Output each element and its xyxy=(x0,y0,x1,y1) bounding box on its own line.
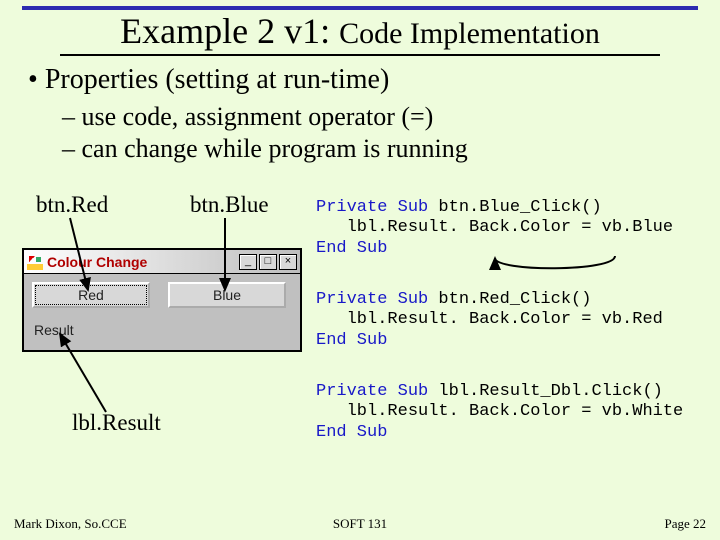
footer-center: SOFT 131 xyxy=(0,516,720,532)
keyword: Private Sub xyxy=(316,198,428,217)
title-underline xyxy=(60,54,660,56)
window-title: Colour Change xyxy=(47,254,239,270)
footer-right: Page 22 xyxy=(664,516,706,532)
bullet-level-2: can change while program is running xyxy=(62,134,468,164)
result-label[interactable]: Result xyxy=(32,318,286,342)
title-sub: Code Implementation xyxy=(339,17,600,50)
button-row: Red Blue xyxy=(32,282,292,308)
app-icon xyxy=(27,254,43,270)
minimize-button[interactable]: _ xyxy=(239,254,257,270)
code-text: lbl.Result_Dbl.Click() xyxy=(428,382,663,401)
window-titlebar: Colour Change _ □ × xyxy=(24,250,300,274)
keyword: Private Sub xyxy=(316,382,428,401)
red-button[interactable]: Red xyxy=(32,282,150,308)
code-block-2: Private Sub btn.Red_Click() lbl.Result. … xyxy=(316,290,663,351)
bullet-level-1: Properties (setting at run-time) xyxy=(28,64,389,96)
callout-btn-blue: btn.Blue xyxy=(190,192,269,218)
keyword: End Sub xyxy=(316,239,387,258)
window-buttons: _ □ × xyxy=(239,254,297,270)
keyword: Private Sub xyxy=(316,290,428,309)
code-text: btn.Blue_Click() xyxy=(428,198,601,217)
close-button[interactable]: × xyxy=(279,254,297,270)
code-text: lbl.Result. Back.Color = vb.Blue xyxy=(316,218,673,237)
maximize-button[interactable]: □ xyxy=(259,254,277,270)
keyword: End Sub xyxy=(316,331,387,350)
title-main: Example 2 v1: xyxy=(120,11,339,51)
callout-btn-red: btn.Red xyxy=(36,192,108,218)
code-text: lbl.Result. Back.Color = vb.Red xyxy=(316,310,663,329)
code-text: lbl.Result. Back.Color = vb.White xyxy=(316,402,683,421)
keyword: End Sub xyxy=(316,423,387,442)
code-text: btn.Red_Click() xyxy=(428,290,591,309)
callout-lbl-result: lbl.Result xyxy=(72,410,161,436)
code-block-3: Private Sub lbl.Result_Dbl.Click() lbl.R… xyxy=(316,382,683,443)
bullet-level-2: use code, assignment operator (=) xyxy=(62,102,433,132)
vb-window: Colour Change _ □ × Red Blue Result xyxy=(22,248,302,352)
assignment-arrow xyxy=(480,254,630,276)
code-block-1: Private Sub btn.Blue_Click() lbl.Result.… xyxy=(316,198,673,259)
blue-button[interactable]: Blue xyxy=(168,282,286,308)
window-body: Red Blue Result xyxy=(24,274,300,350)
slide-title: Example 2 v1: Code Implementation xyxy=(0,10,720,52)
